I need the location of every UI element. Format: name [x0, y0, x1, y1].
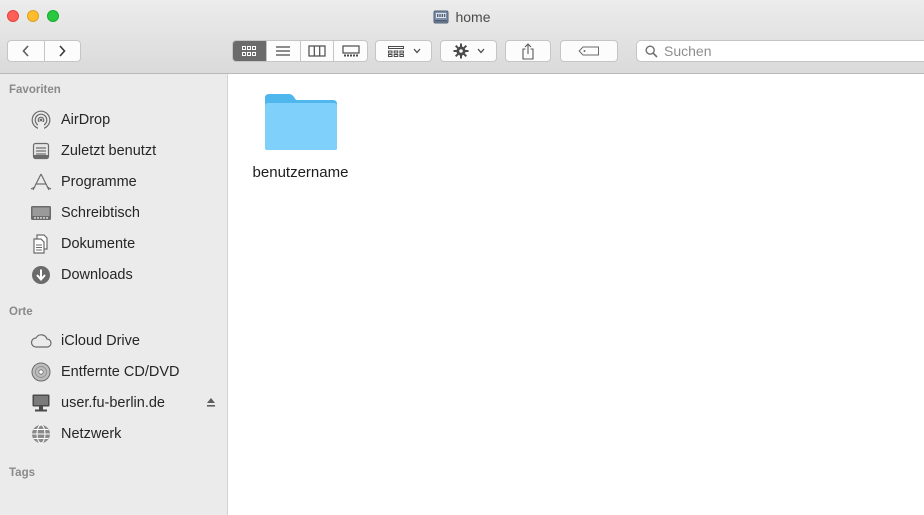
sidebar-header-tags: Tags — [9, 467, 35, 479]
window-title-text: home — [455, 9, 491, 25]
group-by-icon — [387, 46, 404, 57]
search-field[interactable] — [636, 40, 924, 62]
sidebar-item-label: AirDrop — [61, 112, 111, 128]
list-view-button[interactable] — [265, 41, 300, 61]
sidebar-header-locations: Orte — [9, 306, 33, 318]
tag-button[interactable] — [560, 40, 618, 62]
folder-item[interactable]: benutzername — [238, 92, 363, 181]
network-icon — [30, 423, 52, 445]
sidebar-item-label: Netzwerk — [61, 426, 122, 442]
sidebar-item-label: Programme — [61, 174, 137, 190]
chevron-down-icon — [413, 48, 420, 54]
finder-window: home Suchen Favoriten AirDrop Zuletzt be… — [0, 0, 924, 515]
sidebar-item-applications[interactable]: Programme — [0, 167, 227, 197]
sidebar-item-desktop[interactable]: Schreibtisch — [0, 198, 227, 228]
downloads-icon — [30, 264, 52, 286]
chevron-right-icon — [59, 45, 66, 57]
applications-icon — [30, 171, 52, 193]
forward-button[interactable] — [43, 41, 81, 61]
gallery-view-icon — [342, 45, 360, 57]
column-view-icon — [308, 45, 326, 57]
gear-icon — [453, 43, 468, 59]
documents-icon — [30, 233, 52, 255]
sidebar-item-label: Schreibtisch — [61, 205, 140, 221]
sidebar-item-server[interactable]: user.fu-berlin.de — [0, 388, 227, 418]
view-mode-group — [232, 40, 368, 62]
list-view-icon — [276, 46, 291, 56]
airdrop-icon — [30, 109, 52, 131]
recents-icon — [30, 140, 52, 162]
sidebar-item-label: Entfernte CD/DVD — [61, 364, 180, 380]
icon-view-button[interactable] — [233, 41, 266, 61]
sidebar-item-recents[interactable]: Zuletzt benutzt — [0, 136, 227, 166]
server-icon — [30, 392, 52, 414]
tag-icon — [578, 46, 599, 56]
sidebar-item-network[interactable]: Netzwerk — [0, 419, 227, 449]
file-browser: benutzername — [228, 74, 924, 515]
sidebar-item-airdrop[interactable]: AirDrop — [0, 105, 227, 135]
disc-icon — [30, 361, 52, 383]
share-icon — [522, 42, 534, 60]
navigation-group — [7, 40, 81, 62]
chevron-left-icon — [22, 45, 29, 57]
sidebar-header-favorites: Favoriten — [9, 84, 61, 96]
action-button[interactable] — [440, 40, 497, 62]
sidebar: Favoriten AirDrop Zuletzt benutzt Progra… — [0, 74, 228, 515]
disk-icon — [433, 10, 449, 27]
folder-icon — [264, 94, 337, 150]
sidebar-item-label: Zuletzt benutzt — [61, 143, 157, 159]
group-by-button[interactable] — [375, 40, 432, 62]
toolbar: home — [0, 0, 924, 74]
sidebar-item-label: Downloads — [61, 267, 133, 283]
sidebar-item-downloads[interactable]: Downloads — [0, 260, 227, 290]
sidebar-item-remote-disc[interactable]: Entfernte CD/DVD — [0, 357, 227, 387]
eject-icon[interactable] — [206, 396, 216, 412]
search-icon — [645, 44, 658, 58]
desktop-icon — [30, 202, 52, 224]
sidebar-item-label: iCloud Drive — [61, 333, 140, 349]
folder-name: benutzername — [252, 164, 349, 181]
sidebar-item-label: user.fu-berlin.de — [61, 395, 165, 411]
icon-view-icon — [242, 46, 257, 56]
column-view-button[interactable] — [299, 41, 334, 61]
gallery-view-button[interactable] — [333, 41, 367, 61]
sidebar-item-icloud-drive[interactable]: iCloud Drive — [0, 326, 227, 356]
back-button[interactable] — [8, 41, 44, 61]
search-input[interactable] — [664, 43, 904, 59]
cloud-icon — [30, 330, 52, 352]
sidebar-item-documents[interactable]: Dokumente — [0, 229, 227, 259]
chevron-down-icon — [477, 48, 484, 54]
window-title: home — [0, 9, 924, 27]
sidebar-item-label: Dokumente — [61, 236, 136, 252]
share-button[interactable] — [505, 40, 551, 62]
